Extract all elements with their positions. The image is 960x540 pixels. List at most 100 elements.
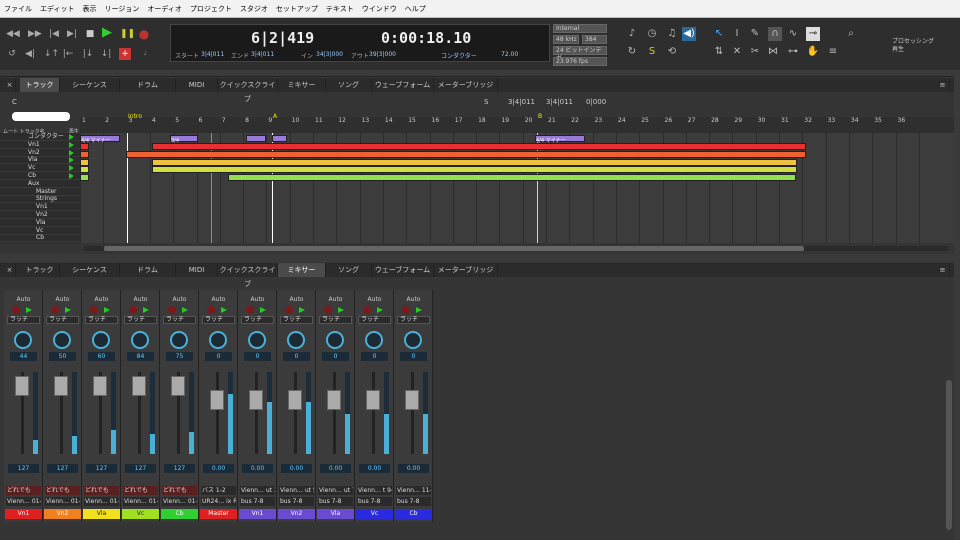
track-grid[interactable]: 4/4 マイナー 3/4 4/4 マイナー [80,133,954,243]
horizontal-scrollbar[interactable] [84,246,948,251]
pan-value[interactable]: 0 [322,352,349,361]
fast-forward-icon[interactable]: ▶▶ [28,28,42,40]
start-value[interactable]: 3|4|011 [201,51,224,58]
input-select[interactable]: Vienn… ut 7-8 [318,486,353,495]
automation-label[interactable]: Auto [121,296,160,303]
chain-icon[interactable]: ⟲ [665,45,679,59]
output-select[interactable]: Vienn… 01-0 [123,497,158,506]
edit-tab[interactable]: ドラム [120,78,176,92]
menu-item[interactable]: ヘルプ [401,0,430,18]
play-icon[interactable] [69,165,74,172]
timeline-ruler[interactable]: 1 2 3 4 5 6 7 8 9 10 11 12 13 14 15 16 17 18 19 20 21 22 23 24 2… [80,117,954,133]
conductor-label[interactable]: コンダクター [441,51,477,60]
channel-name[interactable]: Vc [356,509,393,519]
step-tool-icon[interactable]: ⇅ [712,45,726,59]
volume-value[interactable]: 127 [8,464,39,473]
input-select[interactable]: どれでも [84,486,119,495]
out-value[interactable]: 39|3|000 [369,51,396,58]
midi-clip-start[interactable] [80,150,89,158]
punch-out-icon[interactable]: |↓ [82,48,94,60]
step-back-icon[interactable]: ◀| [24,48,36,60]
sample-rate[interactable]: 48 kHz [553,35,579,44]
midi-clip-start[interactable] [80,143,89,150]
input-select[interactable]: Vienn… t 9-10 [357,486,392,495]
automation-mode-select[interactable]: ラッチ [46,316,79,324]
automation-label[interactable]: Auto [160,296,199,303]
curve-tool-icon[interactable]: ∩ [768,27,782,41]
record-arm-icon[interactable] [129,306,137,314]
marker-intro[interactable]: Intro [128,113,142,120]
track-row[interactable]: Vn2 [0,149,80,157]
play-icon[interactable] [377,307,383,313]
menu-item[interactable]: プロジェクト [186,0,236,18]
edit-s-button[interactable]: S [484,98,488,106]
channel-name[interactable]: Vla [317,509,354,519]
pencil-tool-icon[interactable]: ✎ [748,27,762,41]
pan-value[interactable]: 50 [49,352,76,361]
marker-b[interactable]: B [538,113,542,120]
conductor-clip[interactable]: 4/4 マイナー [535,135,585,144]
menu-item[interactable]: セットアップ [272,0,322,18]
channel-name[interactable]: Master [200,509,237,519]
record-arm-icon[interactable] [12,306,20,314]
midi-clip-start[interactable] [80,158,89,166]
mixer-tab[interactable]: ドラム [120,263,176,277]
marker-a[interactable]: A [273,113,277,120]
menu-icon[interactable]: ≡ [936,263,950,277]
play-icon[interactable] [69,157,74,164]
play-icon[interactable] [221,307,227,313]
edit-tab[interactable]: ソング [326,78,372,92]
buffer-size[interactable]: 384 [582,35,607,44]
mixer-tab[interactable]: ウェーブフォーム [372,263,434,277]
menu-item[interactable]: ファイル [0,0,36,18]
automation-mode-select[interactable]: ラッチ [85,316,118,324]
pan-value[interactable]: 0 [283,352,310,361]
output-select[interactable]: bus 7-8 [240,497,275,506]
automation-mode-select[interactable]: ラッチ [7,316,40,324]
frame-rate[interactable]: 23.976 fps [553,57,607,66]
record-arm-icon[interactable] [402,306,410,314]
volume-value[interactable]: 127 [125,464,156,473]
automation-label[interactable]: Auto [4,296,43,303]
go-to-start-icon[interactable]: |◀ [48,28,60,40]
midi-clip-start[interactable] [80,174,89,182]
automation-label[interactable]: Auto [238,296,277,303]
volume-value[interactable]: 127 [47,464,78,473]
conductor-clip[interactable] [246,135,266,142]
mixer-tab[interactable]: MIDI [176,263,218,277]
channel-name[interactable]: Cb [395,509,432,519]
go-to-end-icon[interactable]: ▶| [66,28,78,40]
input-select[interactable]: どれでも [45,486,80,495]
volume-value[interactable]: 127 [164,464,195,473]
end-value[interactable]: 3|4|011 [251,51,274,58]
pan-knob[interactable] [209,331,227,349]
menu-item[interactable]: オーディオ [143,0,186,18]
midi-clip-start[interactable] [80,166,89,174]
record-arm-icon[interactable] [246,306,254,314]
play-icon[interactable] [65,307,71,313]
play-icon[interactable] [69,173,74,179]
output-select[interactable]: bus 7-8 [357,497,392,506]
tempo-value[interactable]: 72.00 [501,51,518,58]
edit-tab[interactable]: ウェーブフォーム [372,78,434,92]
fader-handle[interactable] [93,376,107,396]
track-row[interactable]: Strings [0,195,80,204]
fader-handle[interactable] [15,376,29,396]
time-counter[interactable]: 0:00:18.10 [381,29,471,47]
track-search-input[interactable] [12,112,70,121]
record-arm-icon[interactable] [324,306,332,314]
volume-value[interactable]: 0.00 [203,464,234,473]
play-icon[interactable] [69,149,74,156]
play-icon[interactable] [182,307,188,313]
fader-handle[interactable] [171,376,185,396]
pan-knob[interactable] [326,331,344,349]
output-select[interactable]: bus 7-8 [279,497,314,506]
pan-value[interactable]: 75 [166,352,193,361]
play-icon[interactable] [260,307,266,313]
fader-handle[interactable] [288,390,302,410]
output-select[interactable]: Vienn… 01-0 [162,497,197,506]
input-select[interactable]: どれでも [162,486,197,495]
record-arm-icon[interactable] [285,306,293,314]
output-select[interactable]: UR24… ix R 1 [201,497,236,506]
pause-icon[interactable]: ❚❚ [120,28,135,40]
